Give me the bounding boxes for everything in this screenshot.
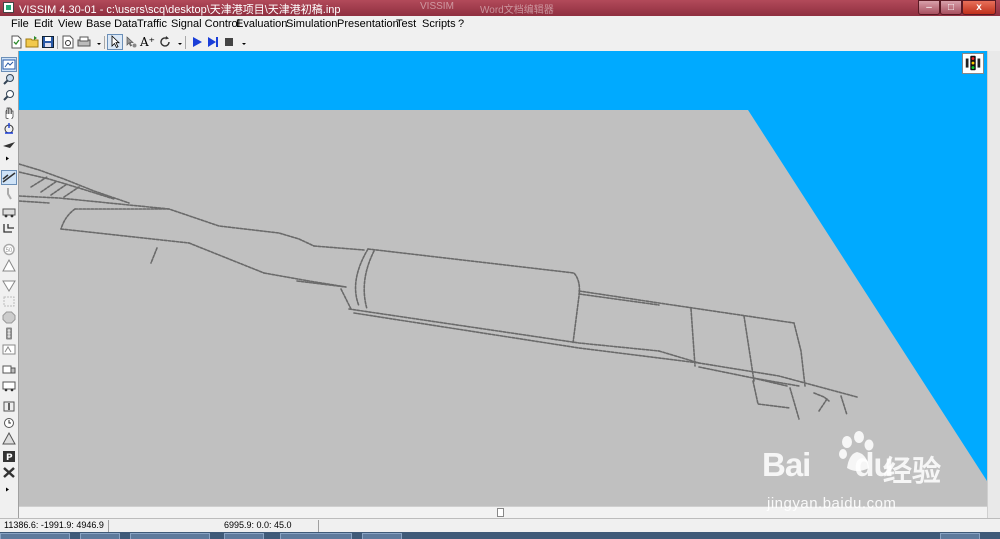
save-disk-icon[interactable] [41,35,55,49]
baidu-url: jingyan.baidu.com [767,495,897,512]
speed-limit-icon[interactable]: 50 [2,243,16,256]
select-pointer-icon[interactable] [107,34,123,50]
menu-evaluation[interactable]: Evaluation [236,18,287,30]
rotate-view-icon[interactable] [2,122,16,135]
yield-sign-icon[interactable] [2,279,16,292]
text-tool-label: A⁺ [140,35,155,49]
pan-hand-icon[interactable] [2,106,16,119]
status-coordinates: 11386.6: -1991.9: 4946.9 [4,520,104,530]
menu-base-data[interactable]: Base Data [86,18,137,30]
menu-bar: File Edit View Base Data Traffic Signal … [0,16,1000,33]
toolbar-separator [185,36,186,49]
play-icon[interactable] [190,35,204,49]
menu-help[interactable]: ? [458,18,464,30]
printer-icon[interactable] [77,35,91,49]
menu-test[interactable]: Test [396,18,416,30]
rotate-icon[interactable] [158,35,172,49]
taskbar-item[interactable] [362,533,402,539]
cross-tool-icon[interactable] [2,466,16,479]
text-tool-icon[interactable]: A⁺ [140,35,156,49]
os-taskbar [0,532,1000,539]
taskbar-item[interactable] [280,533,352,539]
status-view-angles: 6995.9: 0.0: 45.0 [224,520,292,530]
baidu-logo-text: Bai du [762,446,894,484]
zoom-out-icon[interactable] [2,89,16,102]
close-button[interactable]: x [962,0,996,15]
zoom-in-icon[interactable] [2,73,16,86]
main-toolbar: A⁺ [0,33,1000,52]
menu-edit[interactable]: Edit [34,18,53,30]
svg-text:50: 50 [6,248,13,254]
transit-stop-icon[interactable] [2,363,16,376]
window-title: VISSIM 4.30-01 - c:\users\scq\desktop\天津… [19,4,341,16]
menu-simulation[interactable]: Simulation [286,18,337,30]
transit-line-icon[interactable] [2,379,16,392]
travel-time-icon[interactable] [2,400,16,413]
menu-file[interactable]: File [11,18,29,30]
vehicle-select-icon[interactable] [124,35,138,49]
warning-sign-icon[interactable] [2,259,16,272]
menu-view[interactable]: View [58,18,82,30]
open-folder-icon[interactable] [25,35,39,49]
baidu-logo-main: Bai [762,446,811,483]
horizontal-scroll-thumb[interactable] [497,508,504,517]
background-tab-1: VISSIM [420,1,454,12]
print-preview-icon[interactable] [61,35,75,49]
vissim-app-icon[interactable] [3,2,14,13]
menu-presentation[interactable]: Presentation [337,18,399,30]
data-collection-icon[interactable] [2,343,16,356]
network-overview-icon[interactable] [1,57,17,72]
connector-tool-icon[interactable] [2,187,16,200]
svg-text:P: P [6,453,13,463]
baidu-watermark: Bai du 经验 jingyan.baidu.com [757,428,979,520]
baidu-brand-cn: 经验 [883,456,942,488]
chevron-down-icon[interactable] [173,35,182,49]
links-tool-icon[interactable] [1,170,17,185]
system-tray[interactable] [940,533,980,539]
background-tab-2: Word文档编辑器 [480,5,554,16]
nodes-icon[interactable] [2,432,16,445]
vertical-scrollbar[interactable] [987,51,1000,518]
menu-signal-control[interactable]: Signal Control [171,18,240,30]
status-bar: 11386.6: -1991.9: 4946.9 6995.9: 0.0: 45… [0,518,1000,533]
queue-counter-icon[interactable] [2,416,16,429]
tool-palette: 50 P [0,51,19,518]
parking-icon[interactable]: P [2,450,16,463]
status-divider [318,520,319,532]
traffic-light-icon[interactable] [962,53,984,74]
toolbar-separator [57,36,58,49]
step-icon[interactable] [206,35,220,49]
signal-head-icon[interactable] [2,327,16,340]
vehicle-types-icon[interactable] [2,206,16,219]
chevron-small-icon[interactable] [2,152,16,161]
stop-icon[interactable] [222,35,236,49]
start-button[interactable] [0,533,70,539]
menu-scripts[interactable]: Scripts [422,18,456,30]
status-divider [108,520,109,532]
fly-mode-icon[interactable] [2,138,16,151]
chevron-down-icon[interactable] [237,35,246,49]
menu-traffic[interactable]: Traffic [137,18,167,30]
stop-sign-icon[interactable] [2,311,16,324]
taskbar-item[interactable] [80,533,120,539]
new-file-icon[interactable] [9,35,23,49]
toolbar-separator [104,36,105,49]
detector-icon[interactable] [2,295,16,308]
routing-icon[interactable] [2,222,16,235]
taskbar-item[interactable] [224,533,264,539]
minimize-button[interactable]: – [918,0,940,15]
maximize-button[interactable]: □ [940,0,962,15]
chevron-down-icon[interactable] [92,35,101,49]
chevron-small-icon[interactable] [2,483,16,492]
taskbar-item[interactable] [130,533,210,539]
title-bar[interactable]: VISSIM 4.30-01 - c:\users\scq\desktop\天津… [0,0,1000,16]
